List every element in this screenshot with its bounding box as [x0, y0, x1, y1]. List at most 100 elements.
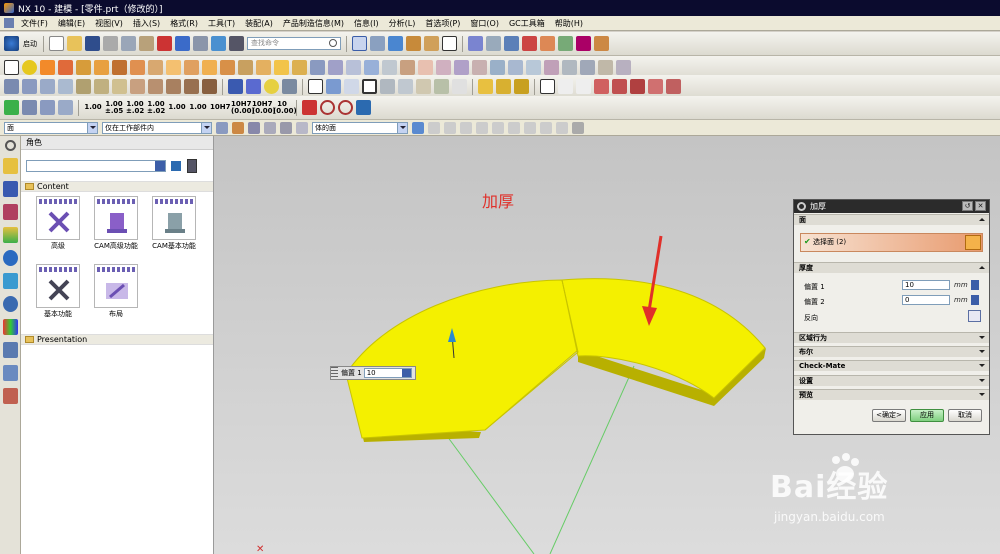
manufacturing-wizard-icon[interactable] — [2, 365, 18, 381]
menu-assembly[interactable]: 装配(A) — [240, 18, 278, 29]
drag-handle-icon[interactable] — [331, 367, 338, 379]
resize-blend-icon[interactable] — [94, 79, 109, 94]
show-hide-icon[interactable] — [540, 36, 555, 51]
orbit-icon[interactable] — [496, 79, 511, 94]
existing-point-snap-icon[interactable] — [524, 121, 536, 134]
role-essentials[interactable]: 基本功能 — [31, 264, 85, 319]
no-symbol-icon[interactable] — [320, 100, 335, 115]
role-filter-select[interactable] — [26, 160, 166, 172]
hole-icon[interactable] — [76, 60, 91, 75]
offset-region-icon[interactable] — [40, 79, 55, 94]
pmi-dimension-icon[interactable] — [22, 100, 37, 115]
section-view-icon[interactable] — [416, 79, 431, 94]
cancel-button[interactable]: 取消 — [948, 409, 982, 422]
return-icon[interactable] — [356, 100, 371, 115]
menu-preferences[interactable]: 首选项(P) — [420, 18, 465, 29]
panel-options-icon[interactable] — [187, 159, 197, 173]
layer-settings-icon[interactable] — [504, 36, 519, 51]
thicken-icon[interactable] — [274, 60, 289, 75]
web-browser-icon[interactable] — [2, 250, 18, 266]
role-advanced[interactable]: 高级 — [31, 196, 85, 251]
menu-info[interactable]: 信息(I) — [349, 18, 384, 29]
10h7-view-icon[interactable] — [452, 79, 467, 94]
type-filter-select[interactable]: 面 — [4, 121, 98, 134]
dialog-title-bar[interactable]: 加厚 ↺ ✕ — [794, 200, 989, 213]
pull-face-icon[interactable] — [22, 79, 37, 94]
reorder-blends-icon[interactable] — [112, 79, 127, 94]
start-icon[interactable] — [4, 36, 19, 51]
history-icon[interactable] — [2, 296, 18, 312]
section-region-behavior[interactable]: 区域行为 — [794, 332, 989, 343]
diameter-icon[interactable] — [338, 100, 353, 115]
unite-icon[interactable] — [166, 60, 181, 75]
sweep-icon[interactable] — [400, 60, 415, 75]
thickened-face-left[interactable] — [345, 279, 579, 439]
command-search-input[interactable]: 查找命令 — [247, 37, 341, 50]
endpoint-snap-icon[interactable] — [428, 121, 440, 134]
dim-format-10[interactable]: 10 (0.00) — [273, 100, 297, 115]
select-face-row[interactable]: ✔ 选择面 (2) — [800, 233, 983, 252]
label-chamfer-icon[interactable] — [148, 79, 163, 94]
menu-tools[interactable]: 工具(T) — [203, 18, 240, 29]
face-rule-icon[interactable] — [296, 121, 308, 134]
pencil-icon[interactable] — [246, 79, 261, 94]
frame-icon[interactable] — [362, 79, 377, 94]
point-icon[interactable] — [22, 60, 37, 75]
apply-button[interactable]: 应用 — [910, 409, 944, 422]
section-settings[interactable]: 设置 — [794, 375, 989, 386]
section-preview[interactable]: 预览 — [794, 389, 989, 400]
offset2-spin-icon[interactable] — [971, 295, 979, 305]
part-navigator-icon[interactable] — [2, 158, 18, 174]
delete-face-icon[interactable] — [76, 79, 91, 94]
make-coaxial-icon[interactable] — [184, 79, 199, 94]
offset2-input[interactable]: 0 — [902, 295, 950, 305]
mirror-icon[interactable] — [364, 60, 379, 75]
shaded-cube-icon[interactable] — [388, 36, 403, 51]
menu-insert[interactable]: 插入(S) — [128, 18, 165, 29]
reuse-library-icon[interactable] — [2, 227, 18, 243]
sheet-icon[interactable] — [344, 79, 359, 94]
arc-center-snap-icon[interactable] — [492, 121, 504, 134]
offset-surface-icon[interactable] — [598, 60, 613, 75]
measure-icon[interactable] — [576, 36, 591, 51]
chamfer-icon[interactable] — [220, 60, 235, 75]
cut-icon[interactable] — [103, 36, 118, 51]
dim-format-5[interactable]: 1.00 — [168, 104, 186, 111]
through-curves-icon[interactable] — [436, 60, 451, 75]
gear-icon[interactable] — [4, 140, 16, 151]
project-curve-icon[interactable] — [666, 79, 681, 94]
delete-icon[interactable] — [157, 36, 172, 51]
return-icon[interactable] — [171, 161, 181, 171]
trim-body-icon[interactable] — [310, 60, 325, 75]
dim-format-2[interactable]: 1.00 ±.05 — [105, 100, 123, 115]
constraint-navigator-icon[interactable] — [2, 204, 18, 220]
open-folder-icon[interactable] — [67, 36, 82, 51]
dim-format-1[interactable]: 1.00 — [84, 104, 102, 111]
menu-help[interactable]: 帮助(H) — [550, 18, 588, 29]
subtract-icon[interactable] — [184, 60, 199, 75]
dim-format-4[interactable]: 1.00 ±.02 — [147, 100, 165, 115]
copy-icon[interactable] — [121, 36, 136, 51]
control-point-snap-icon[interactable] — [460, 121, 472, 134]
make-coplanar-icon[interactable] — [166, 79, 181, 94]
filter-menu-icon[interactable] — [216, 121, 228, 134]
cylinder-icon[interactable] — [148, 60, 163, 75]
paste-icon[interactable] — [139, 36, 154, 51]
save-icon[interactable] — [85, 36, 100, 51]
menu-pmi[interactable]: 产品制造信息(M) — [278, 18, 349, 29]
patch-icon[interactable] — [526, 60, 541, 75]
assembly-navigator-icon[interactable] — [2, 181, 18, 197]
group-content[interactable]: Content — [21, 181, 213, 192]
drafting-icon[interactable] — [380, 79, 395, 94]
projected-view-icon[interactable] — [434, 79, 449, 94]
snap-point-icon[interactable] — [232, 121, 244, 134]
undo-icon[interactable] — [175, 36, 190, 51]
spline-icon[interactable] — [612, 79, 627, 94]
view-icon[interactable] — [398, 79, 413, 94]
dim-format-6[interactable]: 1.00 — [189, 104, 207, 111]
fit-view-icon[interactable] — [352, 36, 367, 51]
select-all-icon[interactable] — [248, 121, 260, 134]
revolve-icon[interactable] — [58, 60, 73, 75]
roles-icon[interactable] — [2, 388, 18, 404]
offset-curve-icon[interactable] — [648, 79, 663, 94]
